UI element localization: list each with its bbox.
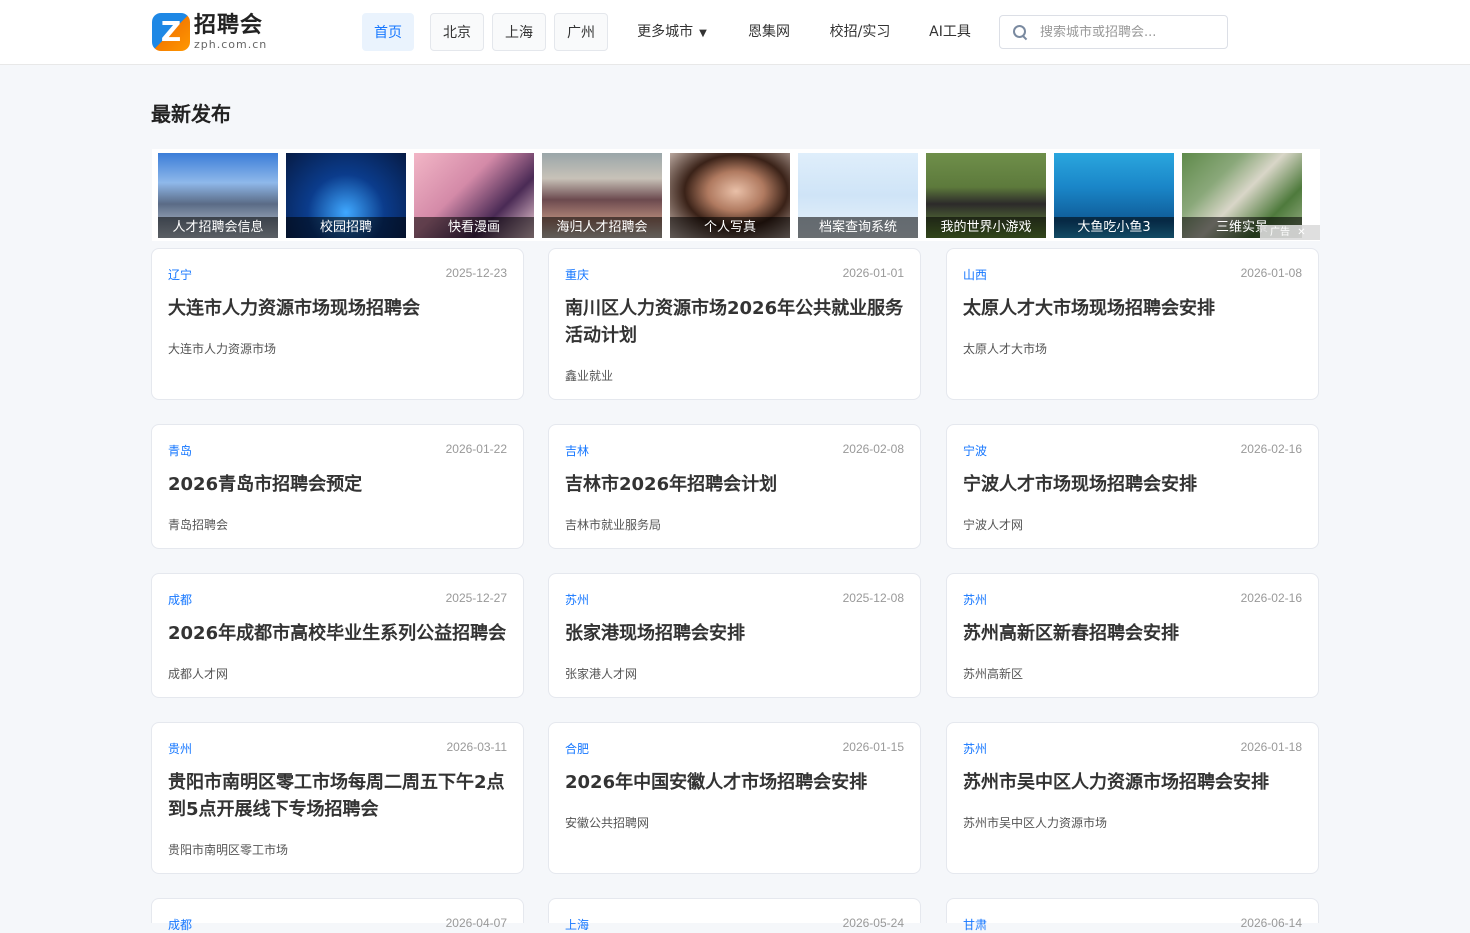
fair-card[interactable]: 辽宁 2025-12-23 大连市人力资源市场现场招聘会 大连市人力资源市场 <box>151 248 524 400</box>
ad-tile[interactable]: 个人写真 <box>670 153 790 238</box>
fair-card[interactable]: 成都 2025-12-27 2026年成都市高校毕业生系列公益招聘会 成都人才网 <box>151 573 524 698</box>
nav-beijing[interactable]: 北京 <box>430 13 484 51</box>
logo-title: 招聘会 <box>194 12 264 38</box>
card-title[interactable]: 张家港现场招聘会安排 <box>565 620 905 647</box>
region-tag[interactable]: 合肥 <box>565 740 589 757</box>
fair-card[interactable]: 成都 2026-04-07 <box>151 898 524 932</box>
region-tag[interactable]: 苏州 <box>963 740 987 757</box>
card-date: 2025-12-23 <box>445 266 507 280</box>
ad-badge[interactable]: 广告 ✕ <box>1260 225 1320 240</box>
card-title[interactable]: 贵阳市南明区零工市场每周二周五下午2点到5点开展线下专场招聘会 <box>168 769 508 823</box>
region-tag[interactable]: 甘肃 <box>963 916 987 933</box>
fair-card[interactable]: 山西 2026-01-08 太原人才大市场现场招聘会安排 太原人才大市场 <box>946 248 1319 400</box>
ad-tile[interactable]: 校园招聘 <box>286 153 406 238</box>
region-tag[interactable]: 贵州 <box>168 740 192 757</box>
card-source: 吉林市就业服务局 <box>565 518 662 532</box>
ad-tile[interactable]: 大鱼吃小鱼3 <box>1054 153 1174 238</box>
region-tag[interactable]: 重庆 <box>565 266 589 283</box>
chevron-down-icon: ▼ <box>699 28 707 39</box>
fair-card[interactable]: 上海 2026-05-24 <box>548 898 921 932</box>
nav-home[interactable]: 首页 <box>362 13 414 51</box>
card-title[interactable]: 2026年成都市高校毕业生系列公益招聘会 <box>168 620 508 647</box>
fair-card[interactable]: 苏州 2026-02-16 苏州高新区新春招聘会安排 苏州高新区 <box>946 573 1319 698</box>
search-input[interactable] <box>1040 24 1220 40</box>
nav-more-cities[interactable]: 更多城市 ▼ <box>628 13 716 51</box>
card-title[interactable]: 大连市人力资源市场现场招聘会 <box>168 295 508 322</box>
card-source: 成都人才网 <box>168 667 229 681</box>
card-date: 2026-01-18 <box>1240 740 1302 754</box>
nav-enji[interactable]: 恩集网 <box>740 13 798 51</box>
region-tag[interactable]: 青岛 <box>168 442 192 459</box>
card-date: 2025-12-08 <box>842 591 904 605</box>
nav-campus[interactable]: 校招/实习 <box>820 13 900 51</box>
card-date: 2026-04-07 <box>445 916 507 930</box>
ad-tile[interactable]: 人才招聘会信息 <box>158 153 278 238</box>
nav-guangzhou[interactable]: 广州 <box>554 13 608 51</box>
card-source: 安徽公共招聘网 <box>565 816 650 830</box>
fair-card[interactable]: 宁波 2026-02-16 宁波人才市场现场招聘会安排 宁波人才网 <box>946 424 1319 549</box>
region-tag[interactable]: 苏州 <box>963 591 987 608</box>
card-source: 宁波人才网 <box>963 518 1024 532</box>
card-date: 2026-01-01 <box>842 266 904 280</box>
card-source: 鑫业就业 <box>565 369 614 383</box>
fair-card[interactable]: 苏州 2025-12-08 张家港现场招聘会安排 张家港人才网 <box>548 573 921 698</box>
card-title[interactable]: 太原人才大市场现场招聘会安排 <box>963 295 1303 322</box>
top-header: Z 招聘会 zph.com.cn 首页 北京 上海 广州 更多城市 ▼ 恩集网 校… <box>0 0 1470 65</box>
card-date: 2026-03-11 <box>446 740 508 754</box>
fair-card[interactable]: 青岛 2026-01-22 2026青岛市招聘会预定 青岛招聘会 <box>151 424 524 549</box>
ad-tile[interactable]: 海归人才招聘会 <box>542 153 662 238</box>
card-title[interactable]: 苏州高新区新春招聘会安排 <box>963 620 1303 647</box>
card-source: 青岛招聘会 <box>168 518 229 532</box>
card-source: 贵阳市南明区零工市场 <box>168 843 289 857</box>
ad-tile[interactable]: 快看漫画 <box>414 153 534 238</box>
fair-card[interactable]: 甘肃 2026-06-14 <box>946 898 1319 932</box>
card-date: 2026-01-22 <box>445 442 507 456</box>
region-tag[interactable]: 吉林 <box>565 442 589 459</box>
card-title[interactable]: 宁波人才市场现场招聘会安排 <box>963 471 1303 498</box>
card-date: 2025-12-27 <box>445 591 507 605</box>
region-tag[interactable]: 苏州 <box>565 591 589 608</box>
ad-strip: 人才招聘会信息 校园招聘 快看漫画 海归人才招聘会 个人写真 档案查询系统 我的… <box>152 149 1320 241</box>
region-tag[interactable]: 辽宁 <box>168 266 192 283</box>
nav-shanghai[interactable]: 上海 <box>492 13 546 51</box>
logo-badge-icon: Z <box>152 13 190 51</box>
card-source: 苏州高新区 <box>963 667 1024 681</box>
card-title[interactable]: 2026青岛市招聘会预定 <box>168 471 508 498</box>
card-date: 2026-01-15 <box>842 740 904 754</box>
region-tag[interactable]: 山西 <box>963 266 987 283</box>
fair-card[interactable]: 贵州 2026-03-11 贵阳市南明区零工市场每周二周五下午2点到5点开展线下… <box>151 722 524 874</box>
card-source: 太原人才大市场 <box>963 342 1048 356</box>
fair-card[interactable]: 重庆 2026-01-01 南川区人力资源市场2026年公共就业服务活动计划 鑫… <box>548 248 921 400</box>
region-tag[interactable]: 宁波 <box>963 442 987 459</box>
card-date: 2026-05-24 <box>842 916 904 930</box>
site-logo[interactable]: Z 招聘会 zph.com.cn <box>152 12 272 52</box>
card-source: 苏州市吴中区人力资源市场 <box>963 816 1108 830</box>
ad-tile[interactable]: 我的世界小游戏 <box>926 153 1046 238</box>
fair-card[interactable]: 吉林 2026-02-08 吉林市2026年招聘会计划 吉林市就业服务局 <box>548 424 921 549</box>
region-tag[interactable]: 上海 <box>565 916 589 933</box>
card-source: 大连市人力资源市场 <box>168 342 277 356</box>
nav-ai-tools[interactable]: AI工具 <box>922 13 978 51</box>
search-box[interactable] <box>999 15 1228 49</box>
fair-card[interactable]: 合肥 2026-01-15 2026年中国安徽人才市场招聘会安排 安徽公共招聘网 <box>548 722 921 874</box>
close-icon[interactable]: ✕ <box>1297 227 1305 238</box>
card-date: 2026-01-08 <box>1240 266 1302 280</box>
card-date: 2026-02-16 <box>1240 591 1302 605</box>
card-title[interactable]: 2026年中国安徽人才市场招聘会安排 <box>565 769 905 796</box>
section-title: 最新发布 <box>151 102 231 126</box>
card-title[interactable]: 吉林市2026年招聘会计划 <box>565 471 905 498</box>
card-date: 2026-02-08 <box>842 442 904 456</box>
region-tag[interactable]: 成都 <box>168 591 192 608</box>
ad-label: 广告 <box>1270 227 1290 238</box>
card-title[interactable]: 南川区人力资源市场2026年公共就业服务活动计划 <box>565 295 905 349</box>
search-icon[interactable] <box>1012 24 1028 40</box>
ad-tile[interactable]: 档案查询系统 <box>798 153 918 238</box>
card-title[interactable]: 苏州市吴中区人力资源市场招聘会安排 <box>963 769 1303 796</box>
logo-domain: zph.com.cn <box>194 37 268 51</box>
card-source: 张家港人才网 <box>565 667 638 681</box>
card-date: 2026-06-14 <box>1240 916 1302 930</box>
region-tag[interactable]: 成都 <box>168 916 192 933</box>
card-date: 2026-02-16 <box>1240 442 1302 456</box>
fair-card[interactable]: 苏州 2026-01-18 苏州市吴中区人力资源市场招聘会安排 苏州市吴中区人力… <box>946 722 1319 874</box>
